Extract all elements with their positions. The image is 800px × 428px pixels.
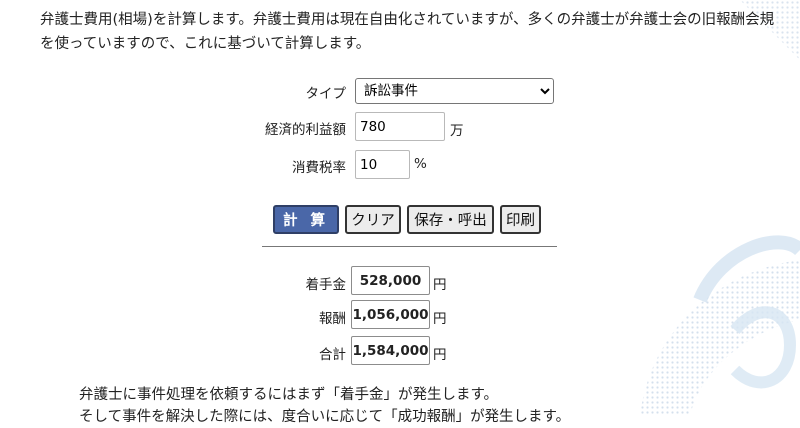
benefit-input[interactable] bbox=[355, 112, 445, 141]
footer-line-1: 弁護士に事件処理を依頼するにはまず「着手金」が発生します。 bbox=[79, 387, 499, 403]
reward-value: 1,056,000 bbox=[351, 300, 430, 329]
total-value: 1,584,000 bbox=[351, 336, 430, 365]
clear-button[interactable]: クリア bbox=[345, 205, 401, 234]
retainer-unit: 円 bbox=[433, 277, 447, 293]
calculator-panel: 弁護士費用(相場)を計算します。弁護士費用は現在自由化されていますが、多くの弁護… bbox=[0, 0, 800, 425]
tax-unit: % bbox=[414, 156, 427, 172]
save-load-button[interactable]: 保存・呼出 bbox=[407, 205, 494, 234]
total-label: 合計 bbox=[319, 347, 346, 363]
intro-line-1: 弁護士費用(相場)を計算します。弁護士費用は現在自由化されていますが、多くの弁護… bbox=[40, 12, 775, 28]
retainer-label: 着手金 bbox=[305, 277, 347, 293]
tax-label: 消費税率 bbox=[292, 160, 346, 176]
reward-label: 報酬 bbox=[319, 311, 346, 327]
intro-text: 弁護士費用(相場)を計算します。弁護士費用は現在自由化されていますが、多くの弁護… bbox=[40, 8, 800, 56]
calculate-button[interactable]: 計 算 bbox=[273, 205, 339, 234]
reward-unit: 円 bbox=[433, 311, 447, 327]
benefit-label: 経済的利益額 bbox=[265, 122, 346, 138]
benefit-unit: 万 bbox=[450, 123, 464, 139]
type-select[interactable]: 訴訟事件 bbox=[355, 78, 554, 104]
tax-input[interactable] bbox=[355, 150, 410, 179]
retainer-value: 528,000 bbox=[351, 266, 430, 295]
divider bbox=[262, 246, 557, 247]
intro-line-2: を使っていますので、これに基づいて計算します。 bbox=[40, 36, 371, 52]
total-unit: 円 bbox=[433, 347, 447, 363]
print-button[interactable]: 印刷 bbox=[500, 205, 541, 234]
type-label: タイプ bbox=[305, 86, 347, 102]
footer-line-2: そして事件を解決した際には、度合いに応じて「成功報酬」が発生します。 bbox=[79, 409, 571, 425]
